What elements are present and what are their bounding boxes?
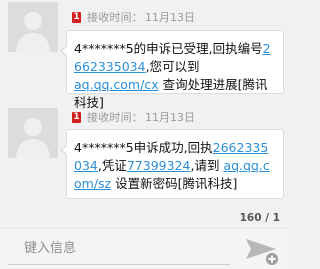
message-text-part: 设置新密码[腾讯科技]: [111, 176, 238, 191]
voucher-number-link[interactable]: 77399324: [127, 158, 191, 173]
message-text-part: ,凭证: [97, 158, 127, 173]
message-bubble[interactable]: 4*******5的申诉已受理,回执编号2662335034,您可以到 aq.qq…: [60, 30, 284, 110]
sim-badge-icon: 1: [72, 11, 81, 23]
received-label: 接收时间：: [87, 111, 143, 124]
message-header: 1 接收时间： 11月13日: [72, 9, 195, 25]
avatar[interactable]: [8, 108, 58, 158]
char-counter: 160 / 1: [239, 212, 280, 224]
person-silhouette-icon: [8, 2, 58, 52]
received-date: 11月13日: [145, 111, 195, 124]
message-text: 4*******5申诉成功,回执2662335034,凭证77399324,请到…: [67, 130, 283, 199]
message-bubble[interactable]: 4*******5申诉成功,回执2662335034,凭证77399324,请到…: [60, 129, 284, 199]
message-text-part: ,您可以到: [145, 59, 200, 74]
send-icon: [246, 239, 278, 265]
message-text-part: 4*******5申诉成功,回执: [74, 140, 213, 155]
message-input[interactable]: [8, 233, 230, 265]
messaging-screen: 1 接收时间： 11月13日 4*******5的申诉已受理,回执编号26623…: [0, 0, 290, 269]
message-text-part: 4*******5的申诉已受理,回执编号: [74, 41, 263, 56]
received-date: 11月13日: [145, 11, 195, 24]
avatar[interactable]: [8, 2, 58, 52]
send-button[interactable]: [242, 235, 282, 267]
compose-bar: [0, 228, 290, 269]
person-silhouette-icon: [8, 108, 58, 158]
received-label: 接收时间：: [87, 11, 143, 24]
sim-badge-icon: 1: [72, 111, 81, 123]
message-text: 4*******5的申诉已受理,回执编号2662335034,您可以到 aq.qq…: [67, 31, 283, 118]
message-text-part: ,请到: [190, 158, 224, 173]
url-link[interactable]: aq.qq.com/cx: [74, 77, 159, 92]
message-header: 1 接收时间： 11月13日: [72, 109, 195, 125]
